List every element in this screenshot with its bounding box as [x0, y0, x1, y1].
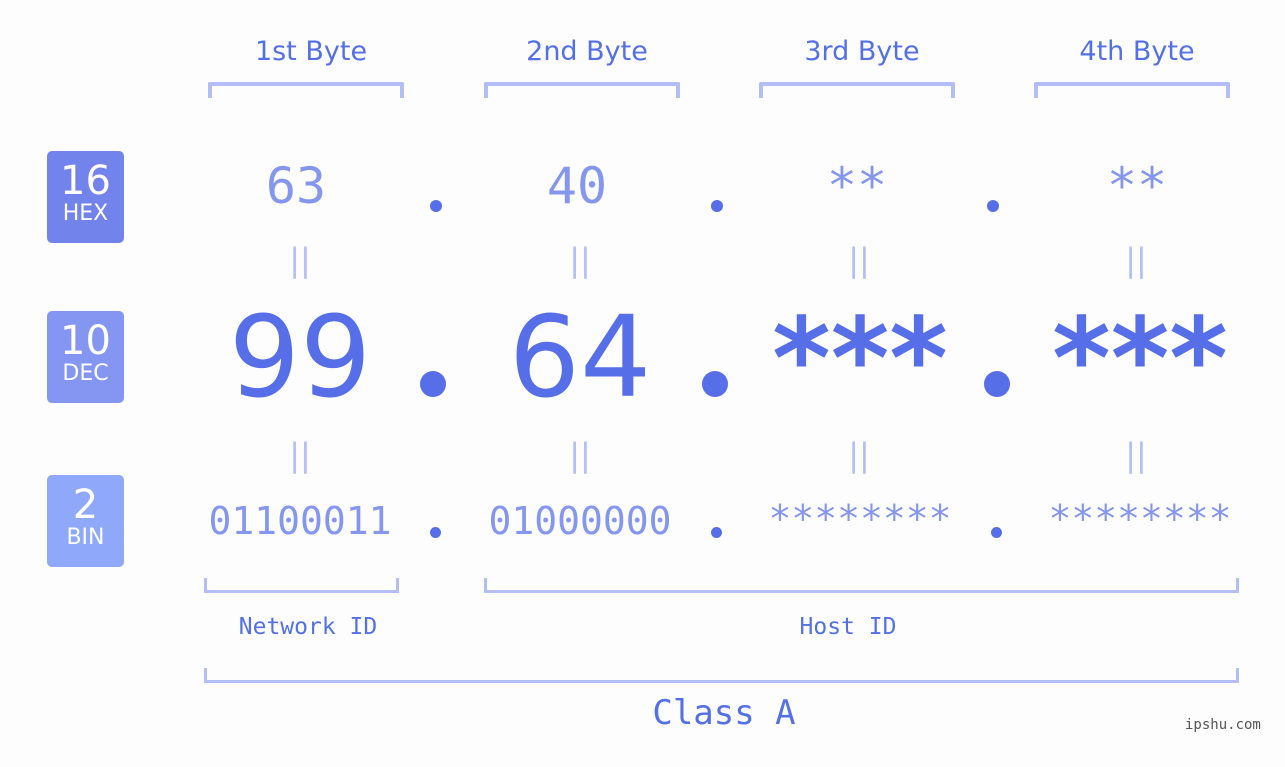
equals-sign: || — [569, 241, 591, 279]
watermark: ipshu.com — [1185, 717, 1261, 733]
hex-label: HEX — [62, 201, 109, 226]
hex-byte-1: 63 — [265, 157, 327, 215]
hex-dot-1 — [430, 200, 442, 212]
equals-sign: || — [848, 436, 870, 474]
equals-sign: || — [848, 241, 870, 279]
equals-sign: || — [569, 436, 591, 474]
class-label: Class A — [652, 693, 796, 733]
dec-label: DEC — [62, 361, 109, 386]
bin-byte-4: ******** — [1048, 497, 1232, 541]
bin-dot-1 — [430, 527, 441, 538]
hex-byte-3: ** — [826, 157, 888, 215]
bin-dot-3 — [991, 527, 1002, 538]
bin-byte-3: ******** — [768, 497, 952, 541]
byte-header-4: 4th Byte — [1079, 36, 1195, 67]
hex-base: 16 — [60, 158, 111, 204]
dec-byte-2: 64 — [508, 293, 652, 423]
bin-label: BIN — [66, 525, 105, 550]
bin-badge: 2 BIN — [47, 475, 124, 567]
byte-bracket-4 — [1034, 82, 1230, 98]
hex-byte-2: 40 — [546, 157, 608, 215]
byte-bracket-1 — [208, 82, 404, 98]
dec-byte-4: *** — [1052, 295, 1228, 425]
equals-sign: || — [1125, 241, 1147, 279]
dec-byte-1: 99 — [228, 293, 372, 423]
dec-base: 10 — [60, 318, 111, 364]
hex-dot-3 — [987, 200, 999, 212]
dec-byte-3: *** — [772, 295, 948, 425]
network-id-bracket — [204, 578, 399, 593]
byte-bracket-2 — [484, 82, 680, 98]
host-id-bracket — [484, 578, 1239, 593]
dec-dot-2 — [702, 371, 728, 397]
byte-header-2: 2nd Byte — [526, 36, 648, 67]
bin-dot-2 — [711, 527, 722, 538]
bin-byte-2: 01000000 — [488, 499, 672, 543]
byte-header-3: 3rd Byte — [804, 36, 920, 67]
bin-base: 2 — [72, 482, 99, 528]
equals-sign: || — [289, 436, 311, 474]
class-bracket — [204, 668, 1239, 683]
hex-dot-2 — [711, 200, 723, 212]
bin-byte-1: 01100011 — [208, 499, 392, 543]
byte-header-1: 1st Byte — [254, 36, 368, 67]
host-id-label: Host ID — [799, 614, 897, 640]
equals-sign: || — [1125, 436, 1147, 474]
dec-badge: 10 DEC — [47, 311, 124, 403]
dec-dot-1 — [420, 371, 446, 397]
hex-byte-4: ** — [1106, 157, 1168, 215]
network-id-label: Network ID — [238, 614, 378, 640]
byte-bracket-3 — [759, 82, 955, 98]
equals-sign: || — [289, 241, 311, 279]
hex-badge: 16 HEX — [47, 151, 124, 243]
dec-dot-3 — [984, 371, 1010, 397]
